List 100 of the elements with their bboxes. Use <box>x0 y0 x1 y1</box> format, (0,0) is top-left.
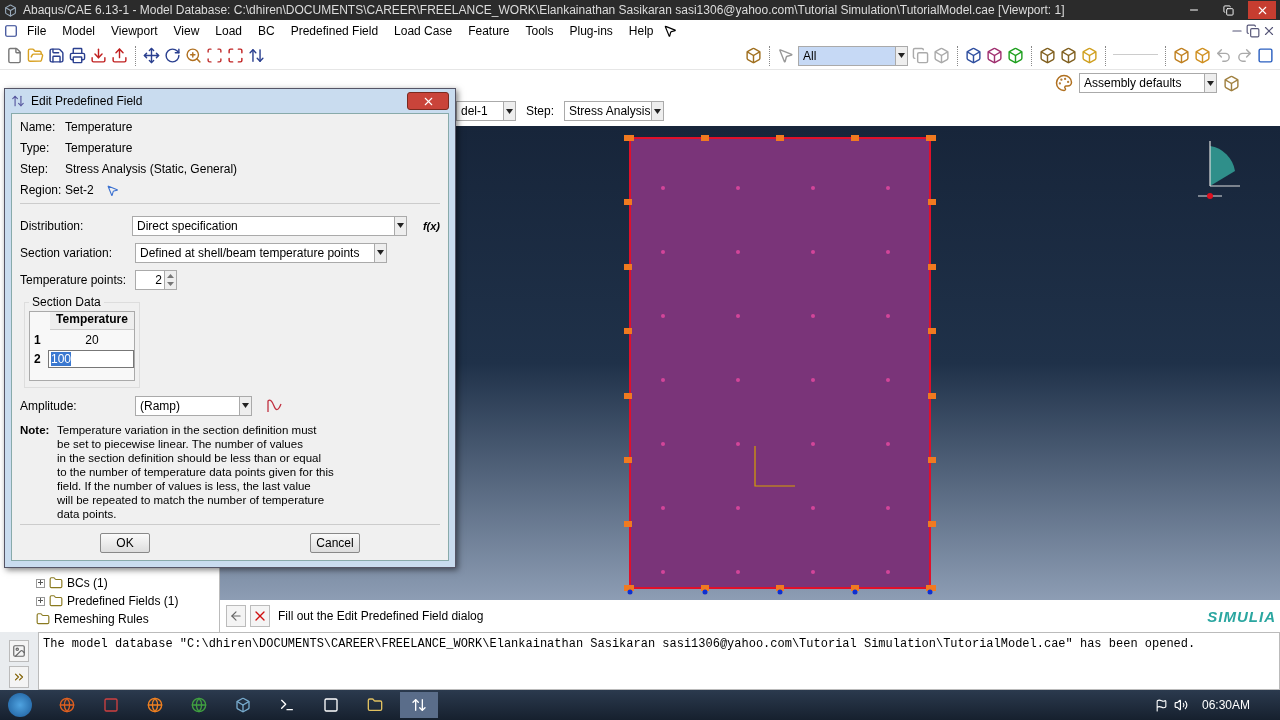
close-viewport-icon[interactable] <box>1262 24 1276 38</box>
selection-filter-combo[interactable]: All <box>798 45 908 66</box>
pan-icon[interactable] <box>143 47 160 64</box>
field-label: Type: <box>20 141 51 155</box>
back-button[interactable] <box>226 605 246 627</box>
function-button[interactable]: f(x) <box>422 219 440 232</box>
field-label: Step: <box>20 162 50 176</box>
app-icon <box>4 3 17 17</box>
field-value: Temperature <box>65 141 133 155</box>
ok-button[interactable]: OK <box>100 532 150 553</box>
download-icon[interactable] <box>90 47 107 64</box>
fit-view-icon[interactable] <box>227 47 244 64</box>
group-title: Section Data <box>31 295 102 309</box>
field-label: Name: <box>20 120 57 134</box>
edit-region-icon[interactable] <box>105 183 119 197</box>
note-text: Temperature variation in the section definition must be set to piecewise linear. The number of values in the section definition should be less than or equal to the number of temperature data points given for this field. If the number of values is less, the last value will be repeated to match the number of temperature data points. <box>57 423 335 522</box>
brand-logo: SIMULIA <box>1207 607 1276 625</box>
upload-icon[interactable] <box>111 47 128 64</box>
tree-node-icon <box>49 594 63 608</box>
tree-item[interactable]: BCs (1) <box>67 576 108 590</box>
close-button[interactable] <box>1248 1 1276 19</box>
temperature-points-label: Temperature points: <box>20 272 128 287</box>
tree-item[interactable]: Predefined Fields (1) <box>67 594 179 608</box>
restore-icon <box>1222 4 1234 16</box>
start-button[interactable] <box>8 693 32 717</box>
temperature-points-spinner[interactable]: 2 <box>135 269 177 290</box>
field-value: Stress Analysis (Static, General) <box>65 162 238 176</box>
mesh-cube-icon[interactable] <box>986 47 1003 64</box>
box-zoom-icon[interactable] <box>206 47 223 64</box>
distribution-combo[interactable]: Direct specification <box>132 215 407 236</box>
caret-icon <box>654 108 662 114</box>
system-menu-icon[interactable] <box>4 24 18 38</box>
window-title: Abaqus/CAE 6.13-1 - Model Database: C:\dhiren\DOCUMENTS\CAREER\FREELANCE_WORK\Elankainathan Sasikaran sasi1306@yahoo.com\Tutorial Simulation\TutorialModel.cae [Viewport: 1] <box>23 3 1066 17</box>
view-triad-icon <box>1197 140 1241 199</box>
menu-item[interactable]: Feature <box>461 22 517 40</box>
caret-icon <box>1207 80 1214 86</box>
cancel-prompt-button[interactable] <box>250 605 270 627</box>
menu-item[interactable]: Load <box>208 22 249 40</box>
menu-item[interactable]: Predefined Field <box>283 22 386 40</box>
field-value: Temperature <box>65 120 133 134</box>
expand-toggle[interactable] <box>36 578 45 588</box>
row-number: 2 <box>33 351 42 366</box>
note-label: Note: <box>20 423 51 438</box>
print-icon[interactable] <box>69 47 86 64</box>
tree-item[interactable]: Remeshing Rules <box>54 612 149 626</box>
step-combo[interactable]: Stress Analysis <box>564 101 665 121</box>
render-style-combo[interactable]: Assembly defaults <box>1079 73 1217 93</box>
dialog-close-button[interactable] <box>407 92 449 110</box>
save-icon[interactable] <box>48 47 65 64</box>
distribution-label: Distribution: <box>20 218 85 233</box>
action-center-icon[interactable] <box>1154 698 1168 712</box>
caret-icon <box>242 403 249 408</box>
swap-icon[interactable] <box>248 47 265 64</box>
menu-item[interactable]: View <box>166 22 207 40</box>
menu-item[interactable]: Model <box>55 22 103 40</box>
spin-arrows-icon <box>167 272 174 287</box>
menu-item[interactable]: Plug-ins <box>562 22 620 40</box>
prompt-text: Fill out the Edit Predefined Field dialog <box>278 609 485 623</box>
cube-icon[interactable] <box>1223 74 1240 92</box>
amplitude-curve-icon[interactable] <box>266 397 284 414</box>
menu-item[interactable]: File <box>20 22 54 40</box>
caret-icon <box>898 53 905 58</box>
dialog-title: Edit Predefined Field <box>31 94 144 108</box>
hidden-line-cube-icon[interactable] <box>1060 47 1077 64</box>
new-file-icon[interactable] <box>6 47 23 64</box>
menu-item[interactable]: Load Case <box>387 22 460 40</box>
caret-icon <box>506 108 513 114</box>
expand-toggle[interactable] <box>36 596 45 606</box>
field-value: Set-2 <box>65 183 94 197</box>
wireframe-cube-icon[interactable] <box>1039 47 1056 64</box>
section-variation-label: Section variation: <box>20 245 114 260</box>
nested-cube-icon[interactable] <box>1007 47 1024 64</box>
rotate-icon[interactable] <box>164 47 181 64</box>
palette-icon[interactable] <box>1055 74 1073 92</box>
tree-node-icon <box>49 576 63 590</box>
amplitude-combo[interactable]: (Ramp) <box>135 395 252 416</box>
context-help-icon[interactable] <box>662 24 677 38</box>
menu-item[interactable]: Tools <box>518 22 561 40</box>
message-text: The model database "C:\dhiren\DOCUMENTS\CAREER\FREELANCE_WORK\Elankainathan Sasikaran sasi1306@yahoo.com\Tutorial Simulation\TutorialModel.cae" has been opened. <box>38 632 1280 690</box>
pointer-icon[interactable] <box>777 47 794 64</box>
message-tab-button[interactable] <box>9 640 29 662</box>
volume-icon[interactable] <box>1173 698 1188 712</box>
cell-input[interactable]: 100 <box>48 349 134 368</box>
cancel-button[interactable]: Cancel <box>310 532 360 553</box>
python-shell-button[interactable] <box>9 666 29 688</box>
chevrons-icon <box>12 670 26 684</box>
field-label: Region: <box>20 183 63 197</box>
zoom-icon[interactable] <box>185 47 202 64</box>
column-header: Temperature <box>50 312 134 330</box>
caret-icon <box>396 223 404 228</box>
menu-item[interactable]: Viewport <box>104 22 165 40</box>
menu-item[interactable]: BC <box>251 22 282 40</box>
image-icon <box>12 644 26 658</box>
clock: 06:30AM <box>1201 698 1250 712</box>
mesh-cube-icon[interactable] <box>965 47 982 64</box>
menu-item[interactable]: Help <box>621 22 661 40</box>
section-variation-combo[interactable]: Defined at shell/beam temperature points <box>135 242 387 263</box>
model-combo[interactable]: del-1 <box>456 101 516 121</box>
taskbar-app-icon[interactable] <box>400 692 438 718</box>
restore-viewport-icon[interactable] <box>1246 24 1260 38</box>
